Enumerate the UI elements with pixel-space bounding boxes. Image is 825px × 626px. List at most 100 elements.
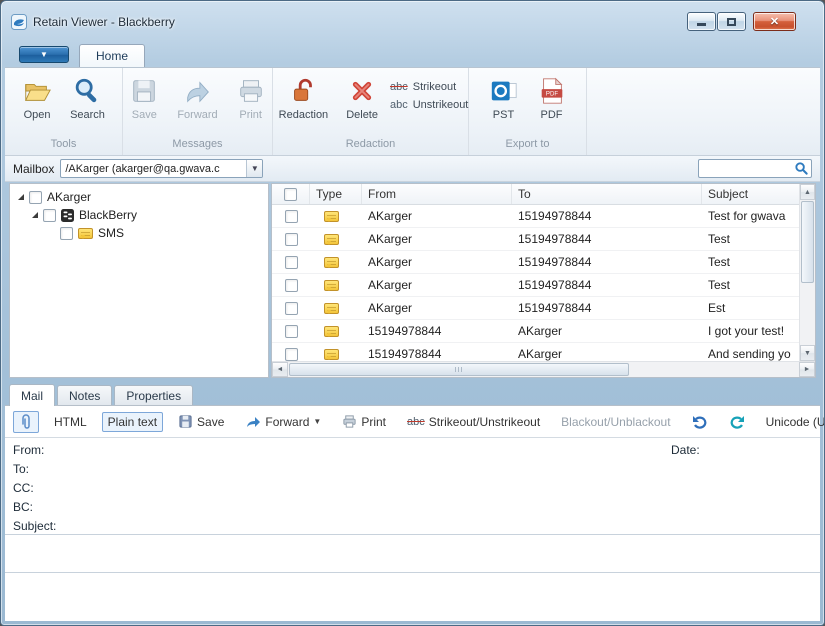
list-search-input[interactable] [699,161,794,176]
to-label: To: [13,462,29,476]
close-icon: ✕ [770,15,779,28]
close-button[interactable]: ✕ [753,12,796,31]
forward-arrow-icon [245,415,261,429]
combo-dropdown-arrow-icon[interactable]: ▼ [246,160,262,177]
row-checkbox[interactable] [285,256,298,269]
plain-text-view-button[interactable]: Plain text [102,412,163,432]
row-checkbox[interactable] [285,210,298,223]
row-checkbox[interactable] [285,348,298,361]
ribbon-group-messages: Save Forward Print Message [123,68,273,155]
unstrikeout-button[interactable]: abc Unstrikeout [390,99,468,111]
mail-print-button[interactable]: Print [336,411,392,432]
cell-subject: Test [702,278,799,292]
row-checkbox[interactable] [285,233,298,246]
redo-button[interactable] [723,412,751,432]
tree-item-akarger[interactable]: AKarger [10,188,268,206]
message-row[interactable]: AKarger 15194978844 Test [272,274,799,297]
open-button[interactable]: Open [16,73,58,124]
field-cc-row: CC: [13,479,820,498]
redaction-button[interactable]: Redaction [273,73,335,124]
strikeout-unstrikeout-button[interactable]: abc Strikeout/Unstrikeout [401,412,546,432]
tree-item-sms[interactable]: SMS [10,224,268,242]
mail-save-button[interactable]: Save [172,411,230,432]
cell-to: 15194978844 [512,301,702,315]
message-row[interactable]: 15194978844 AKarger I got your test! [272,320,799,343]
cell-from: 15194978844 [362,347,512,361]
scroll-right-icon[interactable]: ► [799,362,815,377]
pdf-file-icon: PDF [537,76,567,106]
expand-triangle-icon[interactable] [18,194,24,200]
column-header-from[interactable]: From [362,184,512,204]
mail-body-area[interactable] [5,534,820,572]
row-checkbox[interactable] [285,279,298,292]
list-search-box[interactable] [698,159,812,178]
print-button[interactable]: Print [230,73,272,124]
tree-item-blackberry[interactable]: BlackBerry [10,206,268,224]
detail-tabs: Mail Notes Properties [9,384,193,405]
vertical-scrollbar[interactable]: ▲ ▼ [799,184,815,361]
scroll-left-icon[interactable]: ◄ [272,362,288,377]
message-list-header: Type From To Subject [272,184,799,205]
tree-checkbox[interactable] [43,209,56,222]
strikeout-abc-icon: abc [390,81,408,93]
group-label-tools: Tools [5,138,122,155]
horizontal-scroll-thumb[interactable] [289,363,629,376]
tab-home[interactable]: Home [79,44,145,67]
column-header-type[interactable]: Type [310,184,362,204]
undo-button[interactable] [686,412,714,432]
cc-label: CC: [13,481,34,495]
blackout-unblackout-button[interactable]: Blackout/Unblackout [555,412,676,432]
message-row[interactable]: 15194978844 AKarger And sending yo [272,343,799,361]
horizontal-scrollbar[interactable]: ◄ ► [272,361,815,377]
tree-checkbox[interactable] [29,191,42,204]
minimize-button[interactable] [687,12,716,31]
application-menu-button[interactable]: ▼ [19,46,69,63]
delete-button[interactable]: Delete [340,73,384,124]
message-row[interactable]: AKarger 15194978844 Est [272,297,799,320]
message-row[interactable]: AKarger 15194978844 Test [272,251,799,274]
tab-notes[interactable]: Notes [57,385,112,405]
row-checkbox[interactable] [285,302,298,315]
search-button[interactable]: Search [64,73,111,124]
maximize-button[interactable] [717,12,746,31]
cell-from: AKarger [362,255,512,269]
column-header-subject[interactable]: Subject [702,184,799,204]
scroll-down-icon[interactable]: ▼ [800,345,815,361]
vertical-scroll-thumb[interactable] [801,201,814,283]
attachments-button[interactable] [13,411,39,433]
tree-checkbox[interactable] [60,227,73,240]
encoding-select[interactable]: Unicode (UTF-8) ▼ [760,412,825,432]
tab-mail[interactable]: Mail [9,384,55,406]
cell-subject: Test [702,255,799,269]
cell-subject: Est [702,301,799,315]
mailbox-select[interactable]: /AKarger (akarger@qa.gwava.c ▼ [60,159,263,178]
mail-forward-button[interactable]: Forward ▼ [239,412,327,432]
mail-header-fields: From: Date: To: CC: BC: Subject: [5,438,820,534]
export-pst-button[interactable]: PST [483,73,525,124]
cell-subject: And sending yo [702,347,799,361]
search-magnifier-icon[interactable] [794,161,809,176]
strikeout-button[interactable]: abc Strikeout [390,81,468,93]
save-button[interactable]: Save [123,73,165,124]
forward-button[interactable]: Forward [171,73,223,124]
row-select-cell [272,279,310,292]
group-label-export: Export to [469,138,586,155]
outlook-pst-icon [489,76,519,106]
column-header-to[interactable]: To [512,184,702,204]
html-view-button[interactable]: HTML [48,412,93,432]
export-pdf-button[interactable]: PDF PDF [531,73,573,124]
tab-properties[interactable]: Properties [114,385,193,405]
mailbox-bar: Mailbox /AKarger (akarger@qa.gwava.c ▼ [5,156,820,182]
row-select-cell [272,325,310,338]
mail-attachments-area[interactable] [5,572,820,621]
scroll-up-icon[interactable]: ▲ [800,184,815,200]
cell-subject: Test for gwava [702,209,799,223]
message-row[interactable]: AKarger 15194978844 Test for gwava [272,205,799,228]
message-row[interactable]: AKarger 15194978844 Test [272,228,799,251]
message-list: Type From To Subject AKarger 15194978844… [271,183,816,378]
select-all-checkbox[interactable] [284,188,297,201]
expand-triangle-icon[interactable] [32,212,38,218]
sms-bubble-icon [324,211,339,222]
row-checkbox[interactable] [285,325,298,338]
message-list-rows: AKarger 15194978844 Test for gwava AKarg… [272,205,799,361]
